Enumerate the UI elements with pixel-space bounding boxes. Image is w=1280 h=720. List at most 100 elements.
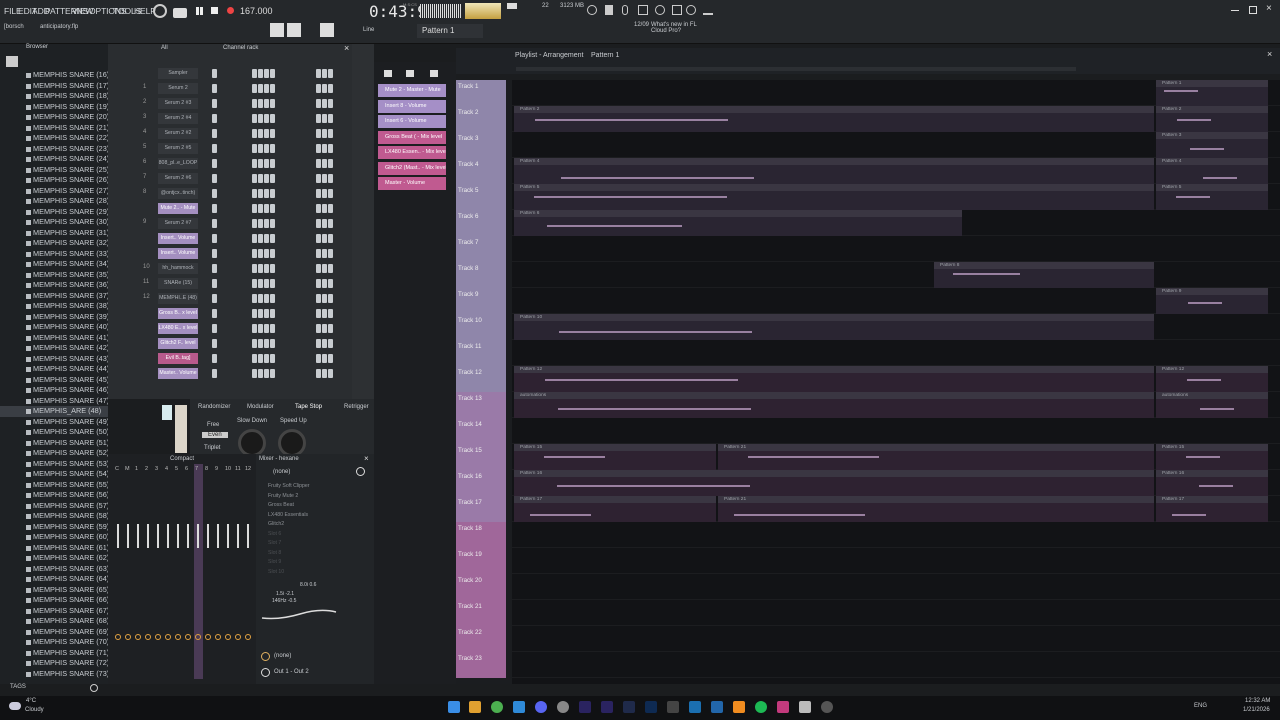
step-button[interactable]: [328, 114, 333, 123]
channel-name-button[interactable]: MEMPHI..E (48): [158, 293, 198, 304]
pattern-clip[interactable]: Pattern 9: [1156, 288, 1268, 314]
step-button[interactable]: [316, 114, 321, 123]
step-button[interactable]: [212, 339, 217, 348]
step-button[interactable]: [212, 234, 217, 243]
mixer-strip[interactable]: 4: [164, 464, 173, 679]
mixer-strip[interactable]: 12: [244, 464, 253, 679]
step-button[interactable]: [212, 204, 217, 213]
step-button[interactable]: [212, 249, 217, 258]
step-button[interactable]: [328, 249, 333, 258]
fader[interactable]: [127, 524, 129, 548]
track-label[interactable]: Track 15: [456, 444, 506, 470]
browser-item[interactable]: MEMPHIS SNARE (63): [0, 564, 108, 575]
channel-name-button[interactable]: Master.. Volume: [158, 368, 198, 379]
channel-name-button[interactable]: Insert.. Volume: [158, 248, 198, 259]
playlist-lane[interactable]: [512, 548, 1280, 574]
pattern-song-toggle[interactable]: [173, 8, 187, 18]
track-label[interactable]: Track 19: [456, 548, 506, 574]
pan-knob[interactable]: [145, 634, 151, 640]
step-button[interactable]: [212, 174, 217, 183]
track-label[interactable]: Track 2: [456, 106, 506, 132]
browser-item[interactable]: MEMPHIS SNARE (32): [0, 238, 108, 249]
plugin-icon[interactable]: [672, 5, 682, 15]
fader[interactable]: [227, 524, 229, 548]
fader[interactable]: [147, 524, 149, 548]
step-button[interactable]: [258, 129, 263, 138]
close-window-icon[interactable]: ×: [1266, 3, 1272, 14]
download-icon[interactable]: [703, 5, 713, 15]
track-label[interactable]: Track 10: [456, 314, 506, 340]
browser-item[interactable]: MEMPHIS SNARE (43): [0, 354, 108, 365]
fader[interactable]: [207, 524, 209, 548]
step-button[interactable]: [264, 279, 269, 288]
step-button[interactable]: [270, 204, 275, 213]
track-label[interactable]: Track 22: [456, 626, 506, 652]
browser-item[interactable]: MEMPHIS SNARE (47): [0, 396, 108, 407]
automation-clip[interactable]: Glitch2 (Mast.. - Mix level: [378, 161, 446, 175]
mixer-close-icon[interactable]: ×: [364, 454, 369, 463]
tags-label[interactable]: TAGS: [10, 684, 26, 690]
step-button[interactable]: [258, 114, 263, 123]
step-button[interactable]: [316, 219, 321, 228]
step-button[interactable]: [264, 69, 269, 78]
clock-time[interactable]: 12:32 AM: [1245, 698, 1270, 704]
step-button[interactable]: [252, 339, 257, 348]
mixer-strip[interactable]: M: [124, 464, 133, 679]
step-button[interactable]: [212, 69, 217, 78]
browser-back-icon[interactable]: [6, 56, 18, 67]
step-button[interactable]: [212, 189, 217, 198]
channel-row[interactable]: 1 Serum 2: [108, 81, 374, 96]
step-button[interactable]: [322, 99, 327, 108]
step-button[interactable]: [264, 174, 269, 183]
pattern-clip[interactable]: Pattern 2: [514, 106, 1154, 132]
step-button[interactable]: [322, 84, 327, 93]
step-button[interactable]: [252, 99, 257, 108]
channel-name-button[interactable]: Insert.. Volume: [158, 233, 198, 244]
step-button[interactable]: [270, 99, 275, 108]
pattern-clip[interactable]: Pattern 16: [514, 470, 1154, 496]
track-label[interactable]: Track 8: [456, 262, 506, 288]
browser-item[interactable]: MEMPHIS SNARE (55): [0, 480, 108, 491]
step-button[interactable]: [252, 144, 257, 153]
step-button[interactable]: [322, 234, 327, 243]
track-label[interactable]: Track 14: [456, 418, 506, 444]
channel-row[interactable]: 3 Serum 2 #4: [108, 111, 374, 126]
step-button[interactable]: [316, 144, 321, 153]
pattern-clip[interactable]: Pattern 15: [514, 444, 716, 470]
step-button[interactable]: [328, 84, 333, 93]
step-button[interactable]: [264, 294, 269, 303]
mixer-strip[interactable]: 1: [134, 464, 143, 679]
paint-icon[interactable]: [287, 23, 301, 37]
step-button[interactable]: [322, 219, 327, 228]
weather-text[interactable]: Cloudy: [25, 707, 44, 713]
snap-icon[interactable]: [270, 23, 284, 37]
step-button[interactable]: [258, 189, 263, 198]
step-button[interactable]: [270, 279, 275, 288]
step-button[interactable]: [252, 159, 257, 168]
step-button[interactable]: [264, 369, 269, 378]
browser-item[interactable]: MEMPHIS SNARE (52): [0, 448, 108, 459]
audition-icon[interactable]: [623, 701, 635, 713]
browser-item[interactable]: MEMPHIS SNARE (73): [0, 669, 108, 680]
channel-row[interactable]: Glitch2 F.. level: [108, 336, 374, 351]
pattern-clip[interactable]: Pattern 17: [514, 496, 716, 522]
pan-knob[interactable]: [175, 634, 181, 640]
browser-item[interactable]: MEMPHIS SNARE (71): [0, 648, 108, 659]
channel-row[interactable]: 2 Serum 2 #3: [108, 96, 374, 111]
browser-item[interactable]: MEMPHIS SNARE (18): [0, 91, 108, 102]
track-label[interactable]: Track 18: [456, 522, 506, 548]
mixer-strip[interactable]: 5: [174, 464, 183, 679]
step-button[interactable]: [322, 189, 327, 198]
step-button[interactable]: [322, 354, 327, 363]
channel-name-button[interactable]: LX480 E.. x level: [158, 323, 198, 334]
step-button[interactable]: [322, 174, 327, 183]
step-button[interactable]: [252, 354, 257, 363]
fader[interactable]: [117, 524, 119, 548]
step-button[interactable]: [322, 264, 327, 273]
pattern-clip[interactable]: automations: [1156, 392, 1268, 418]
step-button[interactable]: [258, 249, 263, 258]
step-button[interactable]: [264, 204, 269, 213]
step-button[interactable]: [322, 249, 327, 258]
channel-name-button[interactable]: Serum 2 #7: [158, 218, 198, 229]
step-button[interactable]: [322, 309, 327, 318]
